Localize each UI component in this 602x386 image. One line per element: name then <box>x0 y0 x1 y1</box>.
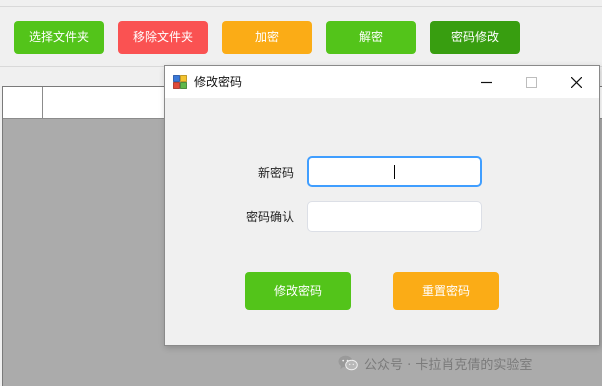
text-caret <box>394 165 395 179</box>
modify-password-button[interactable]: 修改密码 <box>245 272 351 310</box>
change-password-dialog: 修改密码 新密码 密码确认 修改密码 重置密码 <box>164 65 600 346</box>
watermark: 公众号 · 卡拉肖克倩的实验室 <box>338 352 532 374</box>
confirm-password-label: 密码确认 <box>246 210 295 224</box>
remove-folder-button[interactable]: 移除文件夹 <box>118 21 208 54</box>
encrypt-button[interactable]: 加密 <box>222 21 312 54</box>
wechat-icon <box>338 355 358 371</box>
maximize-button <box>508 66 554 98</box>
confirm-password-input[interactable] <box>307 201 482 232</box>
top-divider <box>0 6 602 7</box>
dialog-title: 修改密码 <box>194 75 243 89</box>
maximize-icon <box>525 76 537 88</box>
watermark-text: 公众号 · 卡拉肖克倩的实验室 <box>364 357 533 373</box>
decrypt-button[interactable]: 解密 <box>326 21 416 54</box>
dialog-titlebar[interactable]: 修改密码 <box>165 66 599 98</box>
change-password-button[interactable]: 密码修改 <box>430 21 520 54</box>
select-folder-button[interactable]: 选择文件夹 <box>14 21 104 54</box>
app-icon <box>173 75 187 89</box>
grid-corner-cell[interactable] <box>3 87 43 119</box>
new-password-label: 新密码 <box>258 166 295 180</box>
reset-password-button[interactable]: 重置密码 <box>393 272 499 310</box>
close-icon <box>570 76 582 88</box>
minimize-icon <box>480 81 492 83</box>
minimize-button[interactable] <box>463 66 509 98</box>
close-button[interactable] <box>553 66 599 98</box>
